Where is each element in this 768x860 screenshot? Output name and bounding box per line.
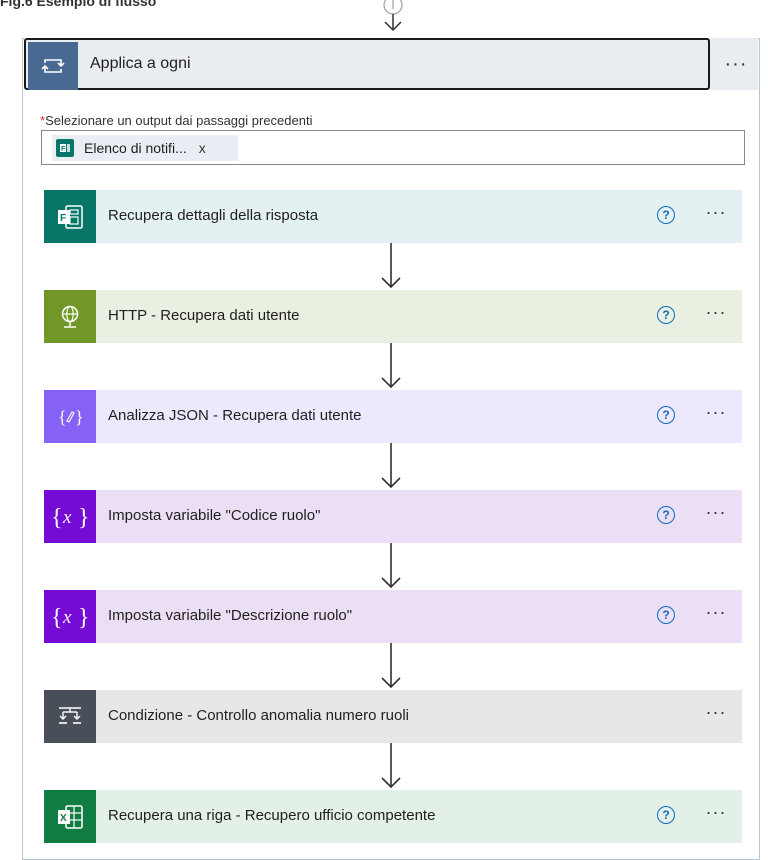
token-label: Elenco di notifi... [84, 140, 187, 156]
help-icon[interactable]: ? [657, 306, 675, 324]
more-options-button[interactable]: ··· [714, 38, 758, 90]
output-select-field[interactable]: F Elenco di notifi... x [41, 130, 745, 165]
help-icon[interactable]: ? [657, 406, 675, 424]
more-options-button[interactable]: ··· [696, 802, 736, 826]
excel-icon: X [44, 790, 96, 843]
more-options-button[interactable]: ··· [696, 402, 736, 426]
action-title: Imposta variabile "Descrizione ruolo" [108, 607, 353, 624]
top-connector-arrow [383, 0, 403, 32]
svg-text:}: } [78, 605, 90, 631]
condition-icon [44, 690, 96, 743]
variable-icon: {x} [44, 490, 96, 543]
svg-text:x: x [62, 607, 72, 628]
svg-text:F: F [61, 146, 66, 153]
action-title: Recupera una riga - Recupero ufficio com… [108, 807, 436, 824]
figure-caption: Fig.6 Esempio di flusso [0, 0, 157, 9]
variable-icon: {x} [44, 590, 96, 643]
help-icon[interactable]: ? [657, 806, 675, 824]
more-options-button[interactable]: ··· [696, 502, 736, 526]
action-title: Condizione - Controllo anomalia numero r… [108, 707, 409, 724]
apply-to-each-title: Applica a ogni [90, 55, 191, 72]
globe-icon [44, 290, 96, 343]
svg-text:{: { [51, 505, 63, 531]
svg-text:F: F [60, 213, 66, 224]
svg-text:X: X [60, 813, 67, 824]
svg-text:{: { [51, 605, 63, 631]
connector-arrow [381, 543, 401, 589]
action-card-1[interactable]: F Recupera dettagli della risposta? ··· [44, 190, 742, 243]
svg-text:}: } [78, 505, 90, 531]
loop-icon [28, 42, 78, 90]
selected-output-token[interactable]: F Elenco di notifi... x [52, 135, 238, 161]
action-card-5[interactable]: {x} Imposta variabile "Descrizione ruolo"… [44, 590, 742, 643]
connector-arrow [381, 643, 401, 689]
remove-token-button[interactable]: x [199, 140, 206, 156]
more-options-button[interactable]: ··· [696, 702, 736, 726]
connector-arrow [381, 443, 401, 489]
help-icon[interactable]: ? [657, 206, 675, 224]
action-card-6[interactable]: Condizione - Controllo anomalia numero r… [44, 690, 742, 743]
forms-icon: F [44, 190, 96, 243]
action-card-3[interactable]: {} Analizza JSON - Recupera dati utente? ·… [44, 390, 742, 443]
connector-arrow [381, 343, 401, 389]
action-title: Recupera dettagli della risposta [108, 207, 319, 224]
output-select-label: *Selezionare un output dai passaggi prec… [40, 113, 312, 128]
connector-arrow [381, 243, 401, 289]
connector-arrow [381, 743, 401, 789]
output-select-label-text: Selezionare un output dai passaggi prece… [45, 113, 313, 128]
action-card-7[interactable]: X Recupera una riga - Recupero ufficio co… [44, 790, 742, 843]
svg-text:}: } [75, 407, 83, 427]
svg-text:{: { [58, 407, 67, 427]
more-options-button[interactable]: ··· [696, 602, 736, 626]
action-title: Imposta variabile "Codice ruolo" [108, 507, 321, 524]
apply-to-each-title-bar[interactable]: Applica a ogni [24, 38, 710, 90]
action-title: Analizza JSON - Recupera dati utente [108, 407, 362, 424]
action-card-4[interactable]: {x} Imposta variabile "Codice ruolo"? ··· [44, 490, 742, 543]
more-options-button[interactable]: ··· [696, 302, 736, 326]
forms-icon: F [56, 139, 74, 157]
svg-text:x: x [62, 507, 72, 528]
more-options-button[interactable]: ··· [696, 202, 736, 226]
help-icon[interactable]: ? [657, 506, 675, 524]
action-title: HTTP - Recupera dati utente [108, 307, 300, 324]
json-icon: {} [44, 390, 96, 443]
apply-to-each-header[interactable]: Applica a ogni ··· [24, 38, 758, 90]
help-icon[interactable]: ? [657, 606, 675, 624]
action-card-2[interactable]: HTTP - Recupera dati utente? ··· [44, 290, 742, 343]
